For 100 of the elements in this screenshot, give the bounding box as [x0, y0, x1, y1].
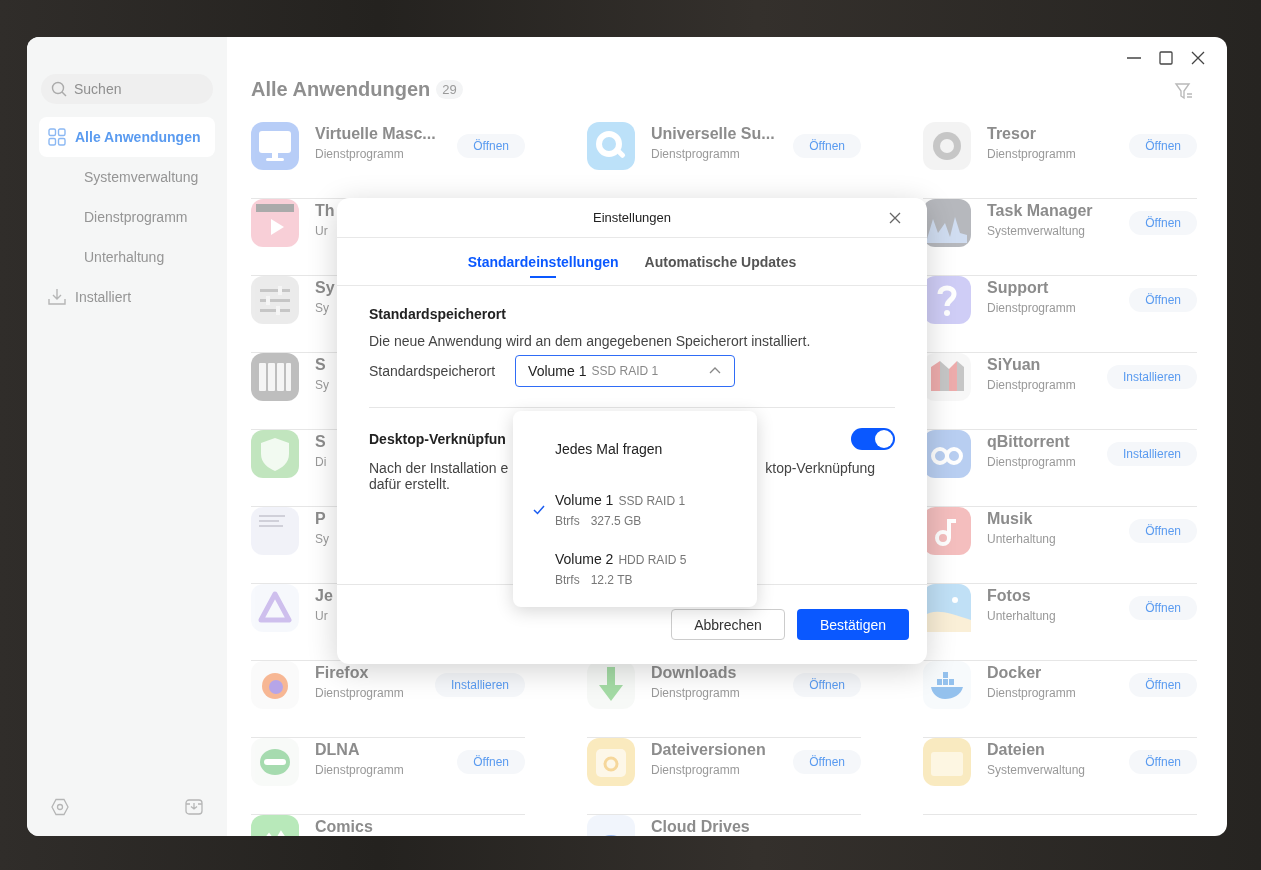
- server-icon: [251, 353, 299, 401]
- app-action-button[interactable]: Installieren: [434, 673, 525, 697]
- app-name: Je: [315, 587, 333, 605]
- select-detail: SSD RAID 1: [591, 364, 659, 378]
- app-action-button[interactable]: Öffnen: [1129, 134, 1197, 158]
- close-button[interactable]: [887, 210, 903, 226]
- app-name: Sy: [315, 279, 335, 297]
- app-action-button[interactable]: Öffnen: [1129, 211, 1197, 235]
- grid-icon: [48, 128, 66, 146]
- app-action-button[interactable]: Öffnen: [1129, 596, 1197, 620]
- option-label: Volume 2: [555, 551, 614, 567]
- app-action-button[interactable]: Öffnen: [793, 750, 861, 774]
- search-field[interactable]: Suchen: [41, 74, 213, 104]
- app-name: Docker: [987, 664, 1042, 682]
- clapperboard-icon: [251, 199, 299, 247]
- select-value: Volume 1: [528, 363, 587, 379]
- app-category: Sy: [315, 532, 329, 546]
- app-name: Support: [987, 279, 1049, 297]
- app-category: Dienstprogramm: [987, 147, 1076, 161]
- close-icon[interactable]: [1189, 49, 1207, 67]
- option-size: 327.5 GB: [590, 514, 642, 528]
- app-category: Ur: [315, 609, 328, 623]
- app-name: Musik: [987, 510, 1033, 528]
- page-title: Alle Anwendungen: [251, 78, 431, 101]
- sidebar-item[interactable]: Systemverwaltung: [39, 157, 215, 197]
- maximize-icon[interactable]: [1157, 49, 1175, 67]
- app-name: SiYuan: [987, 356, 1041, 374]
- section-description: Nach der Installation e: [369, 460, 509, 476]
- whale-icon: [923, 661, 971, 709]
- app-action-button[interactable]: Installieren: [1106, 365, 1197, 389]
- restore-icon: [587, 738, 635, 786]
- app-name: Tresor: [987, 125, 1036, 143]
- field-label: Standardspeicherort: [369, 363, 496, 379]
- section-description: ktop-Verknüpfung: [765, 460, 875, 476]
- app-category: Dienstprogramm: [987, 378, 1076, 392]
- app-name: Virtuelle Masc...: [315, 125, 436, 143]
- app-category: Dienstprogramm: [987, 455, 1076, 469]
- sidebar-item[interactable]: Alle Anwendungen: [39, 117, 215, 157]
- app-name: Th: [315, 202, 335, 220]
- app-name: Task Manager: [987, 202, 1093, 220]
- app-name: Dateien: [987, 741, 1045, 759]
- sidebar-item[interactable]: Installiert: [39, 277, 215, 317]
- option-filesystem: Btrfs: [555, 514, 580, 528]
- tab[interactable]: Automatische Updates: [644, 238, 797, 285]
- app-category: Sy: [315, 301, 329, 315]
- option-filesystem: Btrfs: [555, 573, 580, 587]
- app-action-button[interactable]: Öffnen: [1129, 750, 1197, 774]
- monitor-icon: [251, 122, 299, 170]
- sidebar-item[interactable]: Unterhaltung: [39, 237, 215, 277]
- app-action-button[interactable]: Öffnen: [457, 750, 525, 774]
- app-name: S: [315, 433, 326, 451]
- app-category: Unterhaltung: [987, 532, 1056, 546]
- folder-icon: [923, 738, 971, 786]
- app-action-button[interactable]: Öffnen: [1129, 519, 1197, 543]
- app-name: Downloads: [651, 664, 737, 682]
- app-name: DLNA: [315, 741, 360, 759]
- toggle-switch[interactable]: [851, 428, 895, 450]
- app-name: Universelle Su...: [651, 125, 775, 143]
- confirm-button[interactable]: Bestätigen: [797, 609, 909, 640]
- location-select[interactable]: Volume 1 SSD RAID 1: [515, 355, 736, 387]
- line-chart-icon: [923, 199, 971, 247]
- download-icon: [48, 288, 66, 306]
- app-name: Cloud Drives: [651, 818, 750, 836]
- shield-icon: [251, 430, 299, 478]
- option-detail: HDD RAID 5: [618, 553, 687, 567]
- app-category: Ur: [315, 224, 328, 238]
- section-heading: Standardspeicherort: [369, 306, 507, 322]
- cancel-button[interactable]: Abbrechen: [671, 609, 785, 640]
- app-action-button[interactable]: Installieren: [1106, 442, 1197, 466]
- dropdown-option[interactable]: Volume 2 HDD RAID 5 Btrfs 12.2 TB: [513, 548, 757, 607]
- app-category: Di: [315, 455, 327, 469]
- app-action-button[interactable]: Öffnen: [793, 134, 861, 158]
- app-category: Dienstprogramm: [987, 301, 1076, 315]
- section-description: dafür erstellt.: [369, 476, 450, 492]
- dropdown-option[interactable]: Jedes Mal fragen: [513, 411, 757, 489]
- app-action-button[interactable]: Öffnen: [457, 134, 525, 158]
- dropdown-option[interactable]: Volume 1 SSD RAID 1 Btrfs 327.5 GB: [513, 489, 757, 548]
- app-action-button[interactable]: Öffnen: [1129, 288, 1197, 312]
- app-action-button[interactable]: Öffnen: [1129, 673, 1197, 697]
- app-name: Firefox: [315, 664, 369, 682]
- app-category: Dienstprogramm: [987, 686, 1076, 700]
- section-heading: Desktop-Verknüpfun: [369, 431, 506, 447]
- dialog-title: Einstellungen: [592, 210, 672, 225]
- option-label: Volume 1: [555, 492, 614, 508]
- app-category: Dienstprogramm: [315, 686, 404, 700]
- safe-dial-icon: [923, 122, 971, 170]
- option-label: Jedes Mal fragen: [555, 441, 663, 457]
- app-count: 29: [436, 80, 463, 99]
- app-category: Dienstprogramm: [651, 686, 740, 700]
- app-name: S: [315, 356, 326, 374]
- option-size: 12.2 TB: [590, 573, 633, 587]
- app-name: Comics: [315, 818, 373, 836]
- app-category: Dienstprogramm: [651, 763, 740, 777]
- app-name: Fotos: [987, 587, 1031, 605]
- app-name: Dateiversionen: [651, 741, 766, 759]
- app-action-button[interactable]: Öffnen: [793, 673, 861, 697]
- search-icon: [51, 81, 67, 97]
- tab[interactable]: Standardeinstellungen: [467, 238, 619, 285]
- sidebar-item[interactable]: Dienstprogramm: [39, 197, 215, 237]
- section-description: Die neue Anwendung wird an dem angegebenen Speicherort installiert.: [369, 333, 812, 349]
